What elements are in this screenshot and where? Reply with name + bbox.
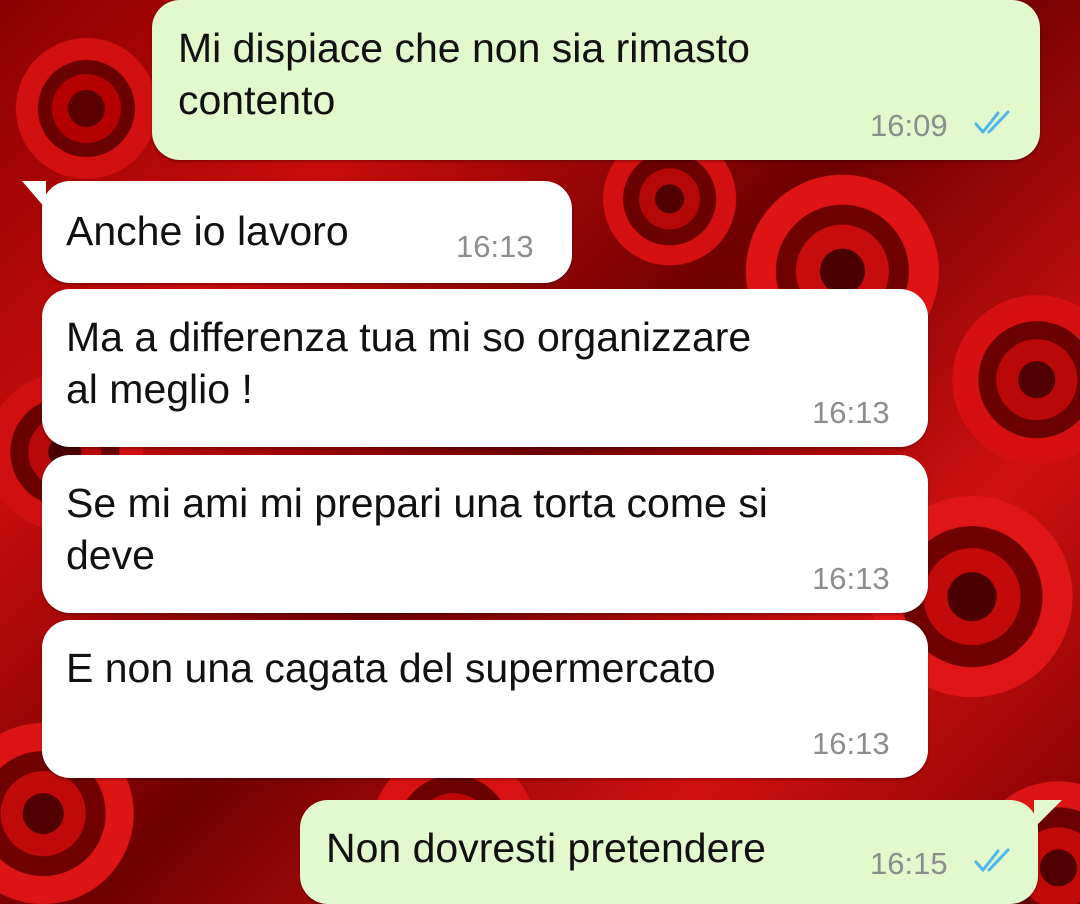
message-text: Non dovresti pretendere [326, 825, 766, 871]
message-time: 16:13 [812, 561, 890, 596]
read-double-check-icon [974, 110, 1010, 134]
message-time: 16:09 [870, 108, 948, 143]
message-time: 16:15 [870, 846, 948, 881]
message-text: E non una cagata del supermercato [66, 645, 716, 691]
message-bubble-outgoing[interactable]: Mi dispiace che non sia rimasto contento… [152, 0, 1040, 160]
message-time: 16:13 [812, 395, 890, 430]
message-time: 16:13 [456, 229, 534, 264]
message-text: Mi dispiace che non sia rimasto contento [178, 25, 750, 123]
message-bubble-incoming[interactable]: E non una cagata del supermercato 16:13 [42, 620, 928, 778]
read-double-check-icon [974, 848, 1010, 872]
message-text: Anche io lavoro [66, 208, 349, 254]
message-time: 16:13 [812, 726, 890, 761]
message-text: Ma a differenza tua mi so organizzare al… [66, 314, 752, 412]
message-bubble-incoming[interactable]: Ma a differenza tua mi so organizzare al… [42, 289, 928, 447]
message-bubble-outgoing[interactable]: Non dovresti pretendere 16:15 [300, 800, 1062, 904]
message-bubble-incoming[interactable]: Se mi ami mi prepari una torta come si d… [42, 455, 928, 613]
message-text: Se mi ami mi prepari una torta come si d… [66, 480, 768, 578]
message-bubble-incoming[interactable]: Anche io lavoro 16:13 [22, 181, 572, 283]
